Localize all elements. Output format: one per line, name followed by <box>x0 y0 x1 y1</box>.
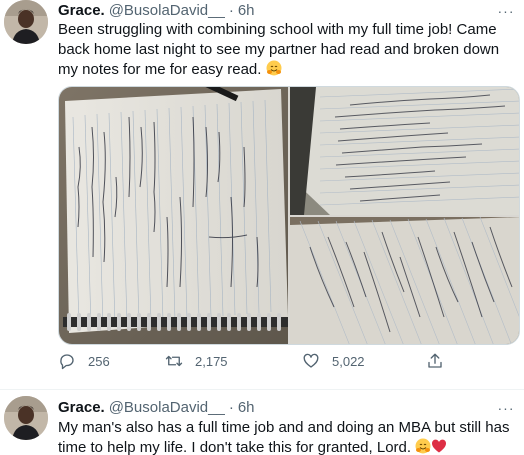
like-button[interactable]: 5,022 <box>302 352 365 370</box>
display-name[interactable]: Grace. <box>58 398 105 418</box>
avatar[interactable] <box>4 396 48 440</box>
user-handle[interactable]: @BusolaDavid__ <box>109 1 225 21</box>
retweet-button[interactable]: 2,175 <box>165 352 228 370</box>
tweet-header: Grace. @BusolaDavid__ · 6h <box>58 1 255 21</box>
photo-grid[interactable] <box>58 86 520 345</box>
photo-notes-page[interactable] <box>290 87 519 215</box>
share-icon <box>428 353 442 368</box>
hugging-face-emoji <box>266 60 282 76</box>
tweet[interactable]: Grace. @BusolaDavid__ · 6h ··· Been stru… <box>0 0 524 390</box>
reply-count: 256 <box>88 353 110 369</box>
heart-icon <box>303 353 319 368</box>
tweet-reply[interactable]: Grace. @BusolaDavid__ · 6h ··· My man's … <box>0 390 524 455</box>
tweet-header: Grace. @BusolaDavid__ · 6h <box>58 398 255 418</box>
hugging-face-emoji <box>415 438 431 454</box>
separator-dot: · <box>228 2 234 19</box>
retweet-icon <box>165 355 183 367</box>
timestamp[interactable]: 6h <box>238 1 255 21</box>
like-count: 5,022 <box>332 353 365 369</box>
user-handle[interactable]: @BusolaDavid__ <box>109 398 225 418</box>
more-options-icon[interactable]: ··· <box>496 400 516 416</box>
avatar[interactable] <box>4 0 48 44</box>
tweet-text: My man's also has a full time job and an… <box>58 418 514 455</box>
tweet-actions: 256 2,175 5,022 <box>58 352 458 376</box>
display-name[interactable]: Grace. <box>58 1 105 21</box>
red-heart-emoji <box>431 438 447 454</box>
tweet-text: Been struggling with combining school wi… <box>58 20 514 80</box>
more-options-icon[interactable]: ··· <box>496 3 516 19</box>
share-button[interactable] <box>426 352 456 370</box>
retweet-count: 2,175 <box>195 353 228 369</box>
timestamp[interactable]: 6h <box>238 398 255 418</box>
photo-notebook[interactable] <box>59 87 288 344</box>
reply-button[interactable]: 256 <box>58 352 110 370</box>
photo-notes-closeup[interactable] <box>290 217 519 344</box>
reply-icon <box>60 354 74 370</box>
separator-dot: · <box>228 399 234 416</box>
